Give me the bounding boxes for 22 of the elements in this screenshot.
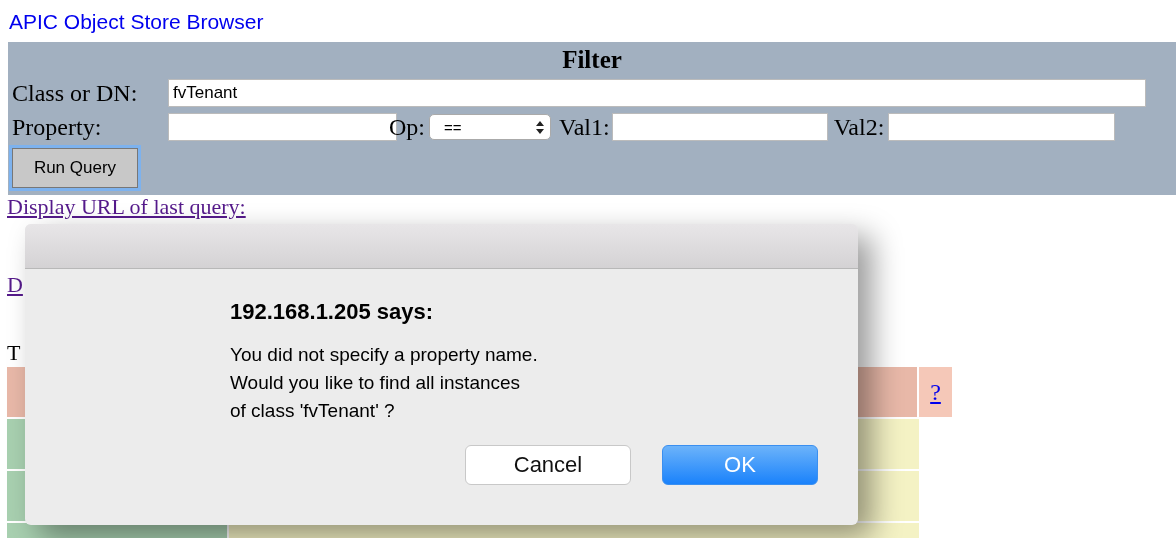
val2-label: Val2: bbox=[833, 113, 885, 141]
class-label: Class or DN: bbox=[12, 79, 139, 107]
page-link[interactable]: D bbox=[7, 273, 23, 297]
property-label: Property: bbox=[12, 113, 103, 141]
dialog-heading: 192.168.1.205 says: bbox=[230, 299, 435, 325]
class-input[interactable]: fvTenant bbox=[168, 79, 1146, 107]
run-query-button[interactable]: Run Query bbox=[12, 148, 138, 188]
section-heading: T bbox=[7, 341, 21, 365]
val2-input[interactable] bbox=[888, 113, 1116, 141]
page-title-link[interactable]: APIC Object Store Browser bbox=[9, 10, 264, 34]
updown-caret-icon bbox=[536, 120, 544, 134]
help-link[interactable]: ? bbox=[930, 378, 941, 406]
display-url-link[interactable]: Display URL of last query: bbox=[7, 195, 246, 219]
dialog-message-line: of class 'fvTenant' ? bbox=[230, 399, 396, 423]
val1-label: Val1: bbox=[559, 113, 610, 141]
val1-input[interactable] bbox=[611, 113, 828, 141]
filter-title: Filter bbox=[561, 45, 623, 75]
dialog-message-line: You did not specify a property name. bbox=[230, 343, 539, 367]
op-select[interactable]: == bbox=[429, 114, 551, 140]
dialog-message-line: Would you like to find all instances bbox=[230, 371, 522, 395]
op-label: Op: bbox=[389, 113, 425, 141]
cancel-button[interactable]: Cancel bbox=[465, 445, 631, 485]
